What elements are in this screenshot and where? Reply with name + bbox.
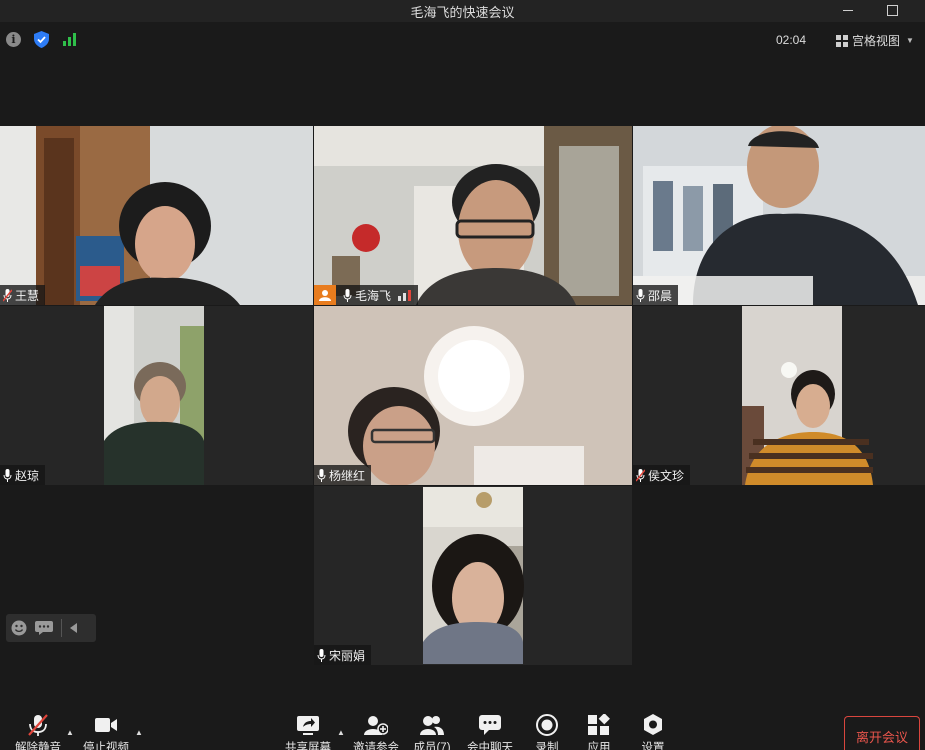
participant-name: 杨继红 bbox=[329, 468, 366, 483]
participant-name: 邵晨 bbox=[648, 288, 673, 303]
participant-name: 赵琼 bbox=[15, 468, 40, 483]
mic-icon bbox=[317, 648, 326, 662]
record-button[interactable]: 录制 bbox=[517, 714, 577, 750]
participant-name-bar: 赵琼 bbox=[0, 465, 46, 485]
reaction-bar bbox=[6, 614, 96, 642]
settings-label: 设置 bbox=[641, 742, 665, 750]
info-icon[interactable]: i bbox=[6, 32, 21, 47]
mic-muted-icon bbox=[3, 288, 12, 302]
mic-icon bbox=[636, 288, 645, 302]
apps-icon bbox=[588, 714, 610, 735]
video-tile-participant[interactable]: 赵琼 bbox=[0, 306, 313, 485]
chevron-down-icon: ▼ bbox=[906, 36, 914, 45]
host-badge-icon bbox=[314, 285, 336, 305]
unmute-label: 解除静音 bbox=[15, 742, 61, 750]
stop-video-label: 停止视频 bbox=[83, 742, 129, 750]
unmute-button[interactable]: 解除静音 bbox=[8, 714, 68, 750]
stop-video-button[interactable]: 停止视频 bbox=[76, 714, 136, 750]
invite-button[interactable]: 邀请参会 bbox=[346, 714, 406, 750]
apps-label: 应用 bbox=[587, 742, 611, 750]
record-icon bbox=[536, 714, 558, 736]
share-options-caret-icon[interactable]: ▲ bbox=[337, 728, 345, 737]
participant-name: 毛海飞 bbox=[355, 288, 392, 303]
video-tile-participant[interactable]: 杨继红 bbox=[314, 306, 632, 485]
mic-icon bbox=[317, 468, 326, 482]
video-tile-participant[interactable]: 王慧 bbox=[0, 126, 313, 305]
video-tile-active-speaker[interactable]: 宋丽娟 bbox=[314, 486, 632, 665]
participant-name-bar: 宋丽娟 bbox=[314, 645, 372, 665]
video-tile-participant[interactable]: 邵晨 bbox=[633, 126, 925, 305]
participant-name-bar: 毛海飞 bbox=[314, 285, 419, 305]
participant-name-bar: 王慧 bbox=[0, 285, 46, 305]
maximize-button[interactable] bbox=[882, 2, 902, 18]
collapse-left-icon[interactable] bbox=[70, 623, 78, 633]
chat-label: 会中聊天 bbox=[467, 742, 513, 750]
participant-name: 宋丽娟 bbox=[329, 648, 366, 663]
mic-icon bbox=[343, 288, 352, 302]
video-options-caret-icon[interactable]: ▲ bbox=[135, 728, 143, 737]
participant-name: 王慧 bbox=[15, 288, 40, 303]
settings-button[interactable]: 设置 bbox=[623, 714, 683, 750]
chat-bubble-icon[interactable] bbox=[35, 621, 53, 635]
video-tile-host[interactable]: 毛海飞 bbox=[314, 126, 632, 305]
participant-video-frame bbox=[314, 126, 632, 305]
members-label: 成员(7) bbox=[413, 742, 451, 750]
video-tile-participant[interactable]: 侯文珍 bbox=[633, 306, 925, 485]
divider bbox=[61, 619, 62, 637]
meeting-timer: 02:04 bbox=[776, 33, 807, 47]
title-bar: 毛海飞的快速会议 bbox=[0, 0, 925, 22]
share-screen-label: 共享屏幕 bbox=[285, 742, 331, 750]
view-mode-label: 宫格视图 bbox=[852, 34, 901, 48]
network-signal-icon[interactable] bbox=[62, 32, 78, 46]
window-title: 毛海飞的快速会议 bbox=[410, 5, 515, 20]
invite-label: 邀请参会 bbox=[353, 742, 399, 750]
view-mode-toggle[interactable]: 宫格视图 ▼ bbox=[836, 32, 914, 49]
record-label: 录制 bbox=[535, 742, 559, 750]
participant-name-bar: 杨继红 bbox=[314, 465, 372, 485]
chat-button[interactable]: 会中聊天 bbox=[460, 714, 520, 750]
gear-icon bbox=[644, 714, 662, 735]
members-button[interactable]: 成员(7) bbox=[402, 714, 462, 750]
share-screen-icon bbox=[297, 716, 319, 735]
participant-video-frame bbox=[633, 306, 925, 485]
minimize-button[interactable] bbox=[838, 2, 858, 18]
participant-name-bar: 邵晨 bbox=[633, 285, 679, 305]
grid-view-icon bbox=[836, 34, 848, 47]
share-screen-button[interactable]: 共享屏幕 bbox=[278, 714, 338, 750]
add-user-icon bbox=[364, 716, 388, 735]
meeting-info-bar: i 02:04 宫格视图 ▼ bbox=[0, 22, 925, 126]
chat-icon bbox=[479, 715, 501, 735]
meeting-toolbar: 解除静音 ▲ 停止视频 ▲ 共享屏幕 ▲ 邀请参会 成员(7) 会中聊天 录制 … bbox=[0, 706, 925, 750]
participant-name: 侯文珍 bbox=[648, 468, 685, 483]
mic-muted-icon bbox=[28, 714, 48, 736]
connection-quality-icon bbox=[398, 289, 412, 301]
leave-meeting-button[interactable]: 离开会议 bbox=[844, 716, 920, 750]
participant-name-bar: 侯文珍 bbox=[633, 465, 691, 485]
emoji-icon[interactable] bbox=[11, 620, 27, 636]
participant-video-frame bbox=[0, 126, 313, 305]
mic-muted-icon bbox=[636, 468, 645, 482]
participant-video-frame bbox=[0, 306, 313, 485]
participant-video-frame bbox=[314, 486, 632, 665]
apps-button[interactable]: 应用 bbox=[569, 714, 629, 750]
participant-video-frame bbox=[633, 126, 925, 305]
shield-icon[interactable] bbox=[34, 31, 49, 48]
mic-icon bbox=[3, 468, 12, 482]
audio-options-caret-icon[interactable]: ▲ bbox=[66, 728, 74, 737]
participant-video-frame bbox=[314, 306, 632, 485]
video-camera-icon bbox=[95, 718, 117, 732]
members-icon bbox=[420, 716, 444, 735]
